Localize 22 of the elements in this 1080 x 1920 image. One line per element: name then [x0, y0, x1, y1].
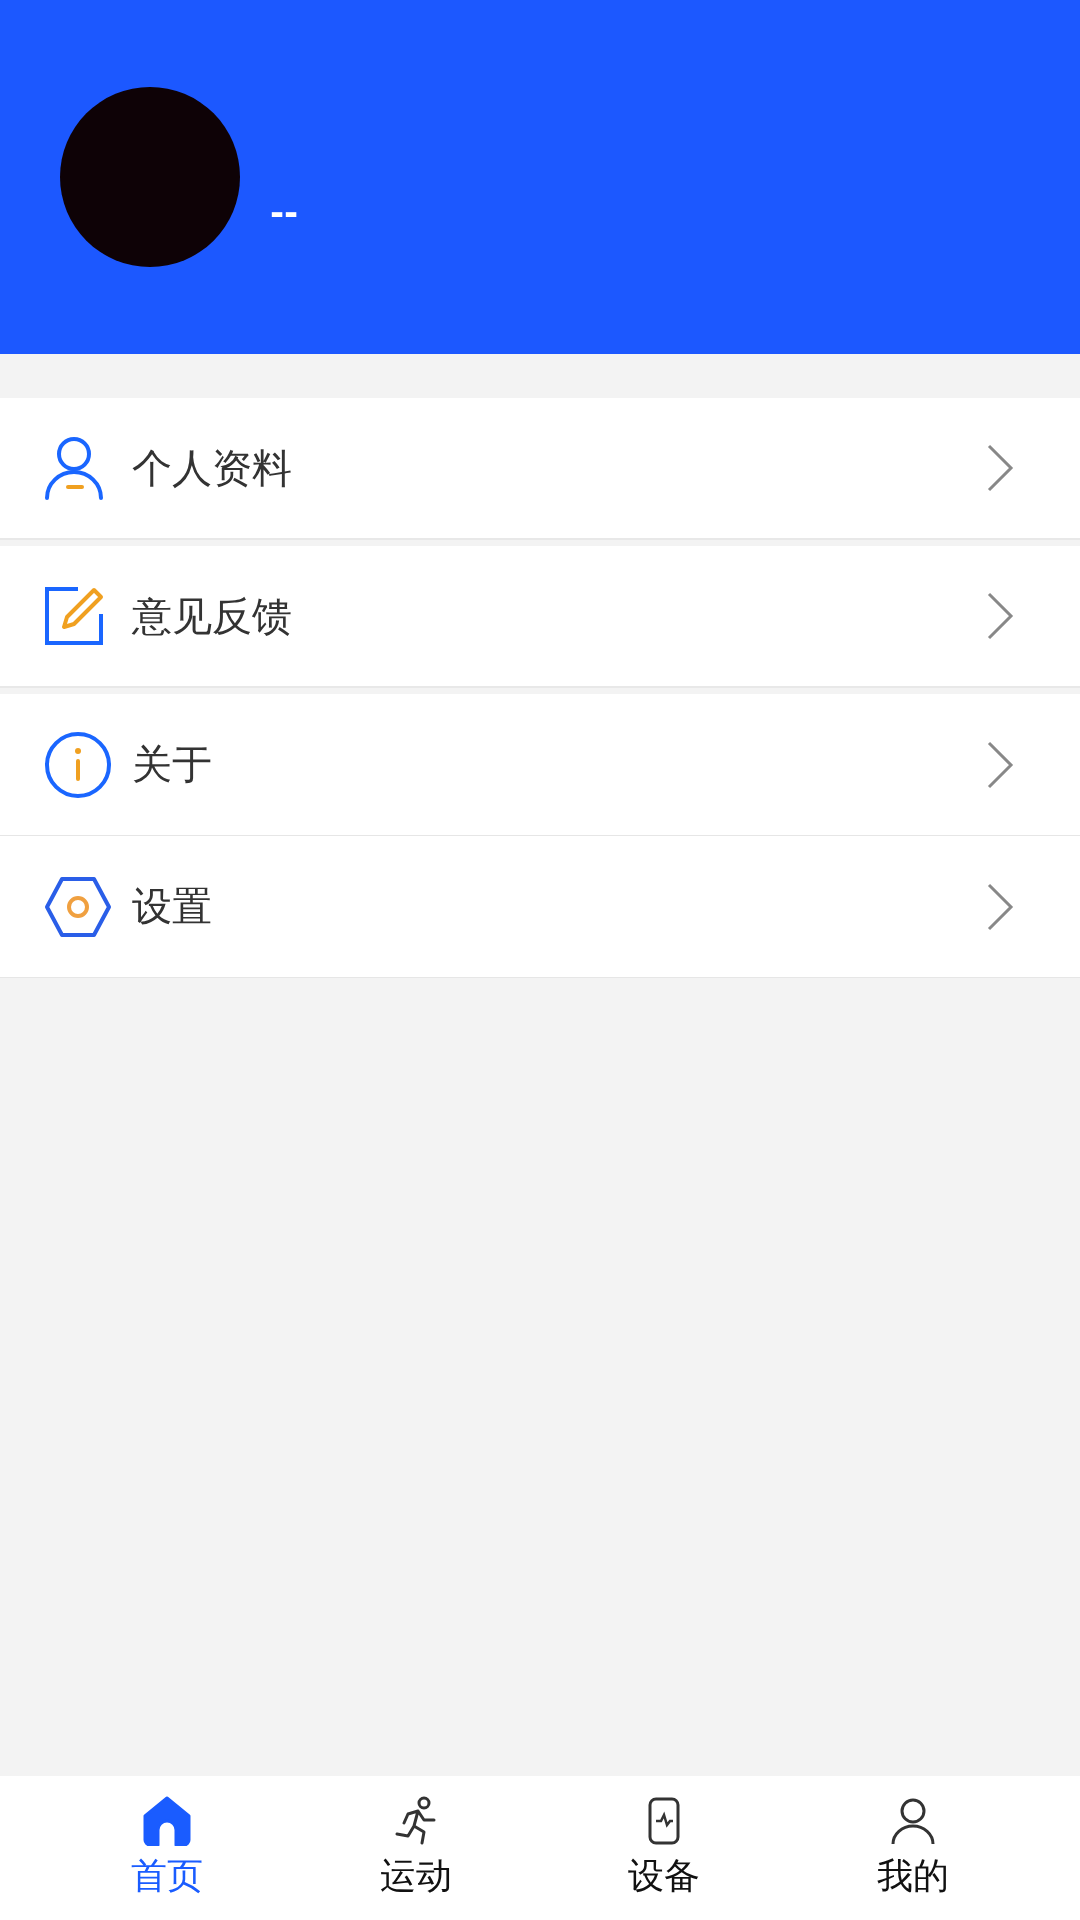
- menu-label: 设置: [132, 882, 212, 931]
- tab[interactable]: 我的: [788, 1776, 1037, 1920]
- menu-item[interactable]: 关于: [0, 694, 1080, 836]
- menu-label: 个人资料: [132, 443, 292, 493]
- edit-icon: [44, 586, 104, 646]
- info-icon: [44, 730, 112, 799]
- menu-label: 意见反馈: [132, 591, 292, 641]
- menu-label: 关于: [132, 740, 212, 789]
- chevron-icon: [986, 592, 1014, 640]
- user-name: --: [270, 192, 299, 232]
- menu-item[interactable]: 个人资料: [0, 398, 1080, 540]
- tab[interactable]: 运动: [291, 1776, 540, 1920]
- tab[interactable]: 首页: [43, 1776, 292, 1920]
- chevron-icon: [986, 740, 1014, 789]
- home-icon: [143, 1795, 192, 1846]
- person-icon: [44, 436, 104, 500]
- chevron-icon: [986, 882, 1014, 931]
- chevron-icon: [986, 444, 1014, 492]
- menu-item[interactable]: 设置: [0, 836, 1080, 978]
- tab[interactable]: 设备: [540, 1776, 789, 1920]
- settings-icon: [44, 875, 112, 938]
- menu-item[interactable]: 意见反馈: [0, 546, 1080, 688]
